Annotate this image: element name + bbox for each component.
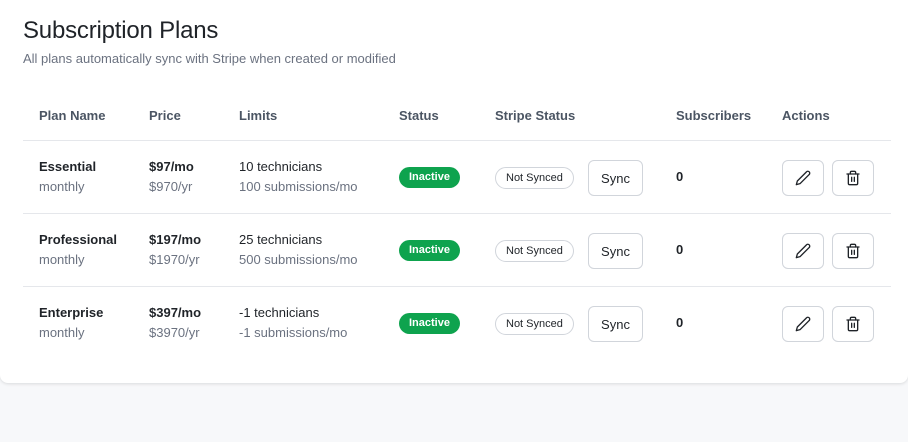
- price-yearly: $3970/yr: [149, 325, 200, 340]
- status-badge: Inactive: [399, 313, 460, 334]
- plan-name-cell: Enterprise monthly: [39, 303, 103, 343]
- price-monthly: $97/mo: [149, 159, 194, 174]
- price-yearly: $1970/yr: [149, 252, 200, 267]
- limit-technicians: 25 technicians: [239, 232, 323, 247]
- column-header-plan-name: Plan Name: [39, 108, 106, 123]
- price-cell: $197/mo $1970/yr: [149, 230, 201, 270]
- table-header: Plan Name Price Limits Status Stripe Sta…: [23, 92, 891, 141]
- subscribers-count: 0: [676, 242, 684, 257]
- page-subtitle: All plans automatically sync with Stripe…: [23, 51, 396, 66]
- sync-button[interactable]: Sync: [588, 233, 643, 269]
- edit-plan-button[interactable]: [782, 306, 824, 342]
- plan-name-cell: Essential monthly: [39, 157, 96, 197]
- trash-icon: [846, 170, 860, 186]
- sync-button[interactable]: Sync: [588, 160, 643, 196]
- stripe-status-badge: Not Synced: [495, 240, 574, 262]
- subscribers-count: 0: [676, 315, 684, 330]
- delete-plan-button[interactable]: [832, 306, 874, 342]
- subscribers-count: 0: [676, 169, 684, 184]
- column-header-status: Status: [399, 108, 439, 123]
- plan-interval: monthly: [39, 179, 85, 194]
- price-cell: $397/mo $3970/yr: [149, 303, 201, 343]
- limit-technicians: -1 technicians: [239, 305, 320, 320]
- price-monthly: $197/mo: [149, 232, 202, 247]
- table-row: Essential monthly $97/mo $970/yr 10 tech…: [23, 141, 891, 214]
- limits-cell: 10 technicians 100 submissions/mo: [239, 157, 358, 197]
- stripe-status-badge: Not Synced: [495, 167, 574, 189]
- price-cell: $97/mo $970/yr: [149, 157, 194, 197]
- table-row: Professional monthly $197/mo $1970/yr 25…: [23, 214, 891, 287]
- column-header-price: Price: [149, 108, 181, 123]
- limit-submissions: 100 submissions/mo: [239, 179, 358, 194]
- plan-interval: monthly: [39, 252, 85, 267]
- plan-name: Enterprise: [39, 305, 104, 320]
- column-header-limits: Limits: [239, 108, 278, 123]
- plan-interval: monthly: [39, 325, 85, 340]
- pencil-icon: [795, 316, 811, 332]
- table-row: Enterprise monthly $397/mo $3970/yr -1 t…: [23, 287, 891, 360]
- price-monthly: $397/mo: [149, 305, 202, 320]
- delete-plan-button[interactable]: [832, 160, 874, 196]
- plan-name: Professional: [39, 232, 118, 247]
- column-header-stripe-status: Stripe Status: [495, 108, 576, 123]
- page-title: Subscription Plans: [23, 17, 219, 44]
- pencil-icon: [795, 170, 811, 186]
- edit-plan-button[interactable]: [782, 160, 824, 196]
- sync-button[interactable]: Sync: [588, 306, 643, 342]
- plans-table: Plan Name Price Limits Status Stripe Sta…: [23, 92, 891, 360]
- column-header-subscribers: Subscribers: [676, 108, 752, 123]
- column-header-actions: Actions: [782, 108, 830, 123]
- limits-cell: -1 technicians -1 submissions/mo: [239, 303, 347, 343]
- limits-cell: 25 technicians 500 submissions/mo: [239, 230, 358, 270]
- limit-technicians: 10 technicians: [239, 159, 323, 174]
- trash-icon: [846, 316, 860, 332]
- plan-name: Essential: [39, 159, 97, 174]
- stripe-status-badge: Not Synced: [495, 313, 574, 335]
- price-yearly: $970/yr: [149, 179, 193, 194]
- trash-icon: [846, 243, 860, 259]
- plan-name-cell: Professional monthly: [39, 230, 117, 270]
- limit-submissions: -1 submissions/mo: [239, 325, 348, 340]
- status-badge: Inactive: [399, 167, 460, 188]
- edit-plan-button[interactable]: [782, 233, 824, 269]
- plans-card: Subscription Plans All plans automatical…: [0, 0, 908, 383]
- delete-plan-button[interactable]: [832, 233, 874, 269]
- status-badge: Inactive: [399, 240, 460, 261]
- limit-submissions: 500 submissions/mo: [239, 252, 358, 267]
- pencil-icon: [795, 243, 811, 259]
